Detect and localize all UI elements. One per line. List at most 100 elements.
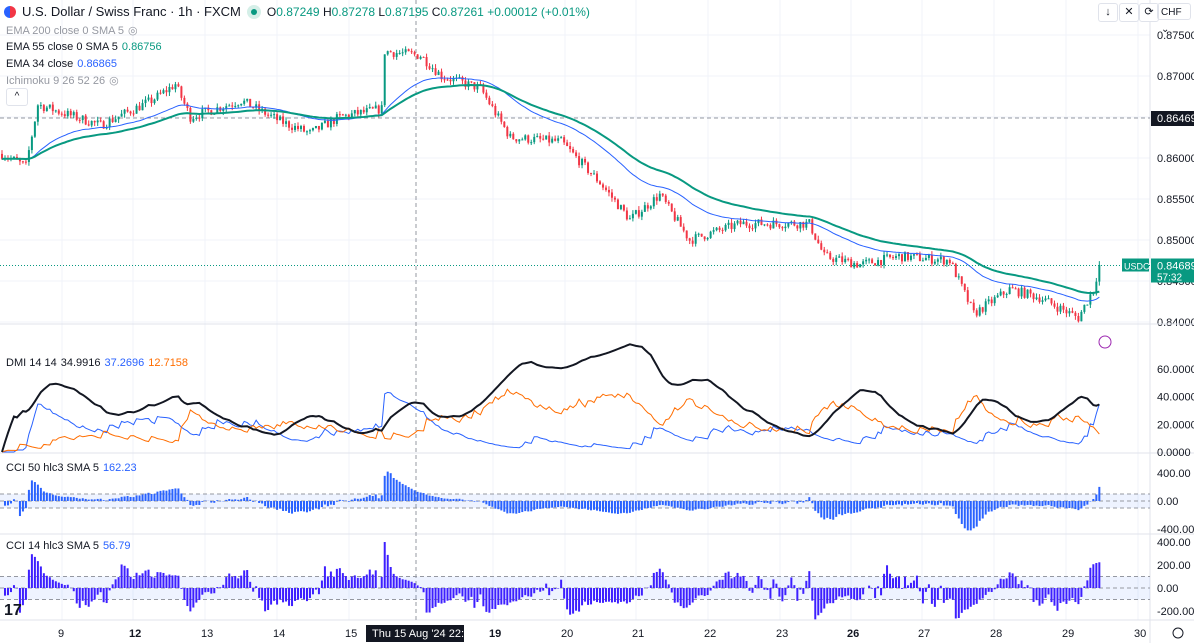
cci14-bar	[42, 573, 45, 588]
candle-body	[865, 259, 868, 262]
cci50-bar	[978, 501, 981, 521]
cci50-bar	[700, 501, 703, 509]
cci50-bar	[727, 501, 730, 505]
candle-body	[198, 117, 201, 119]
candle-body	[850, 259, 853, 268]
cci50-bar	[497, 501, 500, 510]
candle-body	[1056, 306, 1059, 312]
auto-scale-icon[interactable]: ⟳	[1139, 3, 1159, 22]
cci14-bar	[204, 588, 207, 593]
cci14-bar	[826, 588, 829, 604]
candle-body	[410, 51, 413, 53]
candle-body	[670, 203, 673, 212]
cci50-bar	[990, 501, 993, 512]
chart-canvas[interactable]: 0.875000.870000.865000.860000.855000.850…	[0, 0, 1194, 643]
cci50-bar	[832, 501, 835, 520]
cci50-bar	[1080, 501, 1083, 509]
cci14-bar	[948, 588, 951, 599]
cci14-bar	[658, 568, 661, 588]
cci14-bar	[491, 588, 494, 609]
cci50-bar	[823, 501, 826, 520]
cci50-bar	[75, 497, 78, 501]
candle-body	[969, 301, 972, 303]
candle-body	[144, 99, 147, 104]
candle-body	[763, 224, 766, 226]
candle-body	[341, 114, 344, 116]
cci50-bar	[1035, 501, 1038, 506]
cci50-bar	[796, 501, 799, 504]
legend-ema200[interactable]: EMA 200 close 0 SMA 5 ◎	[6, 24, 142, 37]
cci14-bar	[1056, 588, 1059, 611]
cci50-bar	[903, 501, 906, 504]
symbol-title[interactable]: U.S. Dollar / Swiss Franc · 1h · FXCM	[22, 4, 241, 19]
cci50-bar	[691, 501, 694, 511]
candle-body	[120, 113, 123, 117]
candle-body	[924, 257, 927, 261]
cci50-bar	[921, 501, 924, 505]
cci14-bar	[981, 588, 984, 599]
cci14-bar	[461, 588, 464, 597]
cci50-bar	[972, 501, 975, 529]
cci50-bar	[1011, 501, 1014, 505]
cci50-bar	[189, 501, 192, 506]
cci50-bar	[676, 501, 679, 508]
candle-body	[584, 158, 587, 163]
candle-body	[1047, 298, 1050, 300]
candle-body	[900, 254, 903, 262]
cci50-bar	[1059, 501, 1062, 508]
cci50-bar	[909, 501, 912, 505]
cci14-bar	[757, 576, 760, 588]
cci14-bar	[1011, 573, 1014, 588]
candle-body	[685, 230, 688, 239]
cci14-bar	[838, 588, 841, 597]
time-tick-label: 9	[58, 628, 64, 640]
cci14-bar	[745, 580, 748, 588]
candle-body	[362, 109, 365, 113]
cci14-bar	[21, 588, 24, 606]
cci14-bar	[802, 588, 805, 594]
candle-body	[189, 107, 192, 122]
candle-body	[84, 115, 87, 125]
candle-body	[243, 100, 246, 104]
legend-ichimoku[interactable]: Ichimoku 9 26 52 26 ◎	[6, 74, 123, 87]
candle-body	[1083, 304, 1086, 312]
cci14-bar	[972, 588, 975, 605]
candle-body	[700, 233, 703, 237]
candle-body	[1008, 287, 1011, 295]
cci14-bar	[679, 588, 682, 607]
cci50-bar	[808, 497, 811, 501]
cci14-bar	[1032, 588, 1035, 602]
cci14-bar	[63, 585, 66, 588]
cci50-bar	[963, 501, 966, 529]
cci14-bar	[291, 588, 294, 607]
candle-body	[54, 110, 57, 112]
legend-dmi[interactable]: DMI 14 14 34.9916 37.2696 12.7158	[6, 357, 192, 369]
legend-ema34[interactable]: EMA 34 close 0.86865	[6, 58, 121, 70]
candle-body	[895, 256, 898, 258]
cci14-bar	[966, 588, 969, 610]
cci14-bar	[1053, 588, 1056, 606]
scroll-to-latest-button[interactable]: ↓	[1098, 3, 1118, 22]
legend-cci14[interactable]: CCI 14 hlc3 SMA 5 56.79	[6, 540, 134, 552]
candle-body	[972, 302, 975, 311]
legend-cci50[interactable]: CCI 50 hlc3 SMA 5 162.23	[6, 462, 141, 474]
cci50-bar	[829, 501, 832, 520]
cci50-bar	[168, 489, 171, 501]
cci50-bar	[240, 499, 243, 501]
cci14-bar	[150, 576, 153, 588]
cci14-bar	[509, 588, 512, 603]
cci14-bar	[243, 570, 246, 588]
currency-select[interactable]: CHF ⌄	[1157, 3, 1191, 35]
tradingview-logo: 17	[4, 602, 22, 619]
fit-icon[interactable]: ✕	[1119, 3, 1139, 22]
cci14-bar	[383, 542, 386, 588]
cci50-bar	[84, 498, 87, 501]
cci14-bar	[297, 588, 300, 600]
cci14-bar	[521, 588, 524, 598]
collapse-legend-button[interactable]: ^	[6, 88, 28, 106]
candle-body	[1017, 288, 1020, 297]
cci50-bar	[419, 492, 422, 501]
cci50-bar	[1038, 501, 1041, 507]
cci50-bar	[261, 501, 264, 504]
legend-ema55[interactable]: EMA 55 close 0 SMA 5 0.86756	[6, 41, 166, 53]
